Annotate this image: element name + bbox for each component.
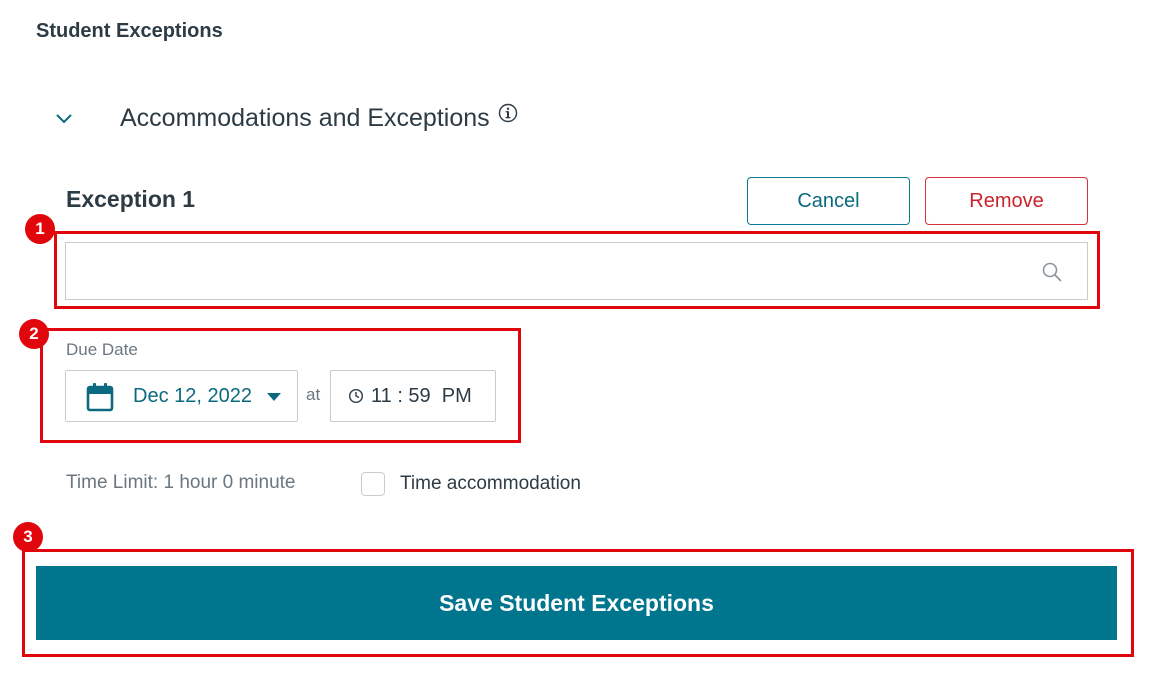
- save-student-exceptions-button[interactable]: Save Student Exceptions: [36, 566, 1117, 640]
- page-title: Student Exceptions: [36, 20, 223, 42]
- due-time-value: 11 : 59 PM: [371, 385, 472, 407]
- caret-down-icon: [267, 393, 281, 401]
- info-icon[interactable]: [498, 103, 518, 123]
- exception-title: Exception 1: [66, 186, 196, 212]
- student-exceptions-page: Student Exceptions Accommodations and Ex…: [0, 0, 1163, 683]
- student-search-input[interactable]: [66, 243, 1026, 299]
- cancel-button[interactable]: Cancel: [747, 177, 910, 225]
- remove-button[interactable]: Remove: [925, 177, 1088, 225]
- callout-badge-3: 3: [13, 522, 43, 552]
- calendar-icon: [86, 383, 114, 412]
- at-label: at: [306, 385, 321, 404]
- due-date-value: Dec 12, 2022: [133, 385, 252, 407]
- accommodations-section-header[interactable]: Accommodations and Exceptions: [54, 100, 518, 136]
- chevron-down-icon[interactable]: [54, 108, 74, 128]
- callout-badge-1: 1: [25, 214, 55, 244]
- due-date-label: Due Date: [66, 340, 138, 359]
- time-accommodation-checkbox[interactable]: [361, 472, 385, 496]
- clock-icon: [348, 388, 364, 404]
- due-time-picker[interactable]: 11 : 59 PM: [330, 370, 496, 422]
- callout-badge-2: 2: [19, 319, 49, 349]
- search-icon[interactable]: [1041, 261, 1063, 283]
- student-search-field: [65, 242, 1088, 300]
- time-limit-text: Time Limit: 1 hour 0 minute: [66, 472, 296, 493]
- due-date-picker[interactable]: Dec 12, 2022: [65, 370, 298, 422]
- time-accommodation-label[interactable]: Time accommodation: [400, 473, 581, 495]
- section-title: Accommodations and Exceptions: [120, 103, 490, 132]
